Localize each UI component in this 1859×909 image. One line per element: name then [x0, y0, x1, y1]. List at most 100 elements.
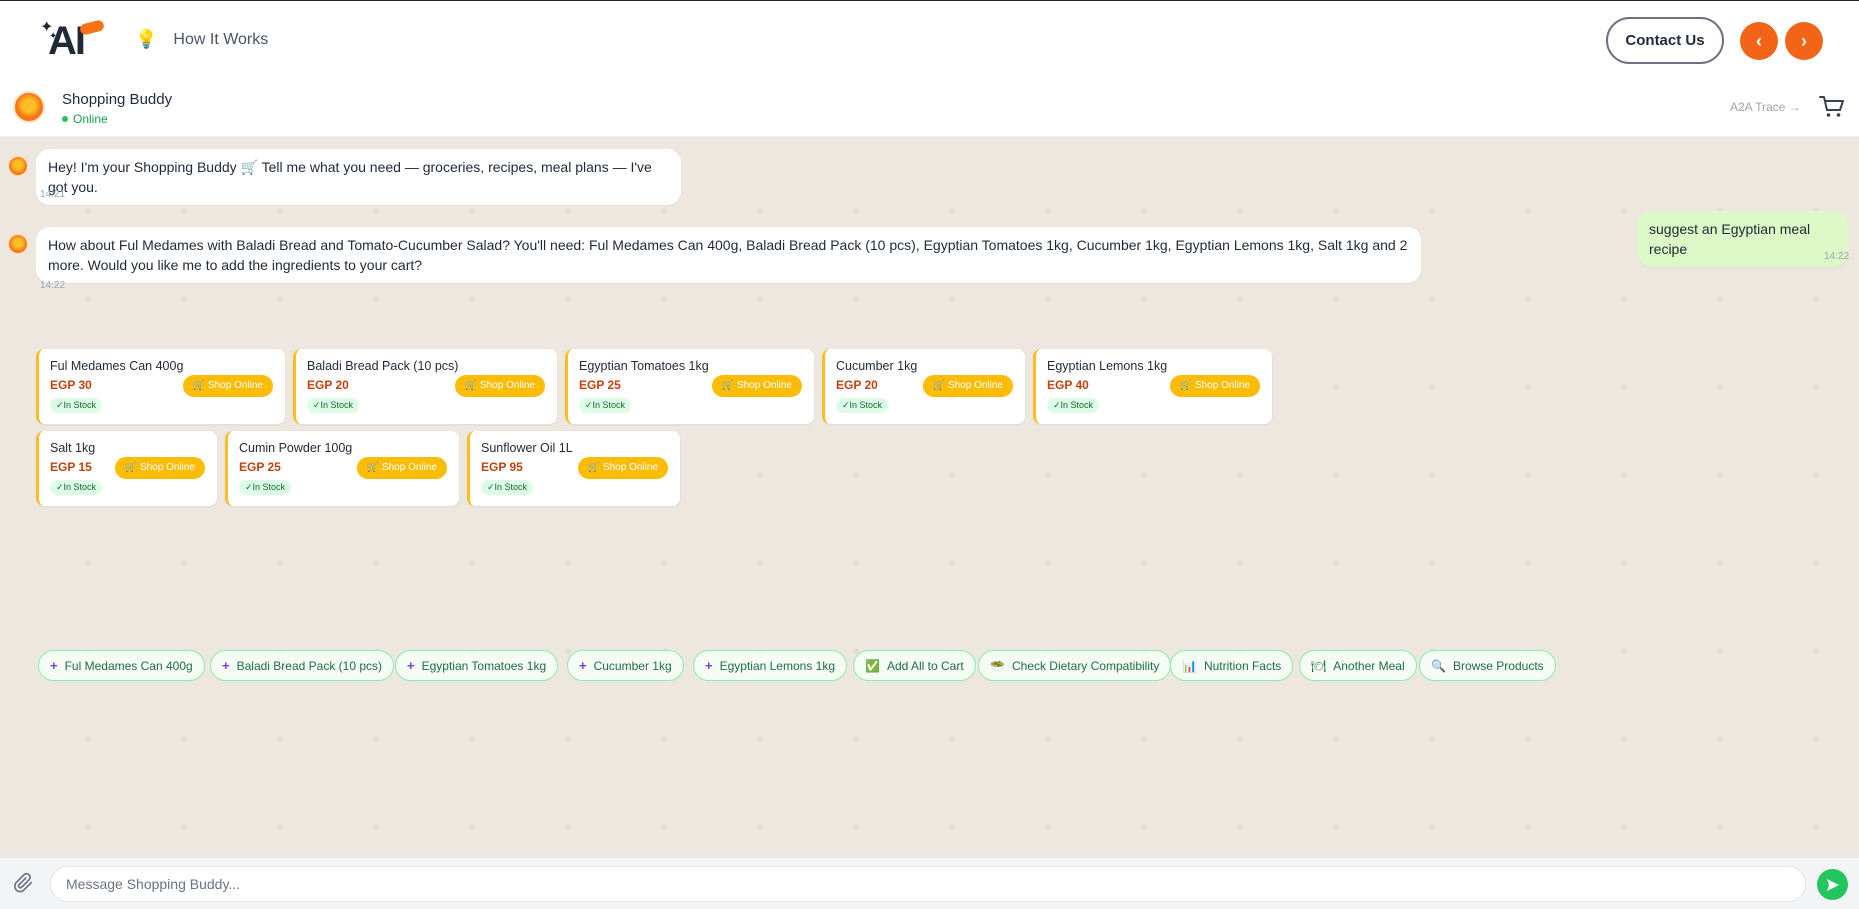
magnifier-icon: 🔍 — [1431, 658, 1446, 673]
stock-badge: ✓In Stock — [481, 480, 534, 495]
online-dot-icon — [62, 116, 68, 122]
chip-label: Egyptian Lemons 1kg — [719, 658, 835, 673]
bot-message-bubble: How about Ful Medames with Baladi Bread … — [36, 227, 1421, 283]
product-price: EGP 40 — [1047, 378, 1089, 392]
plus-icon: + — [222, 657, 230, 673]
next-button[interactable]: › — [1785, 22, 1823, 60]
product-price: EGP 20 — [307, 378, 349, 392]
chip-browse-products[interactable]: 🔍 Browse Products — [1419, 650, 1556, 681]
send-icon — [1826, 878, 1839, 891]
chip-label: Browse Products — [1452, 658, 1544, 673]
shop-online-button[interactable]: 🛒 Shop Online — [711, 375, 802, 397]
contact-us-button[interactable]: Contact Us — [1606, 17, 1724, 64]
bot-status: Online — [62, 112, 108, 126]
stock-badge: ✓In Stock — [307, 398, 360, 413]
stock-badge: ✓In Stock — [836, 398, 889, 413]
plus-icon: + — [407, 657, 415, 673]
shop-online-button[interactable]: 🛒 Shop Online — [356, 457, 447, 479]
lightbulb-icon: 💡 — [135, 29, 158, 49]
chip-label: Egyptian Tomatoes 1kg — [421, 658, 547, 673]
bot-name: Shopping Buddy — [62, 91, 173, 108]
shop-online-button[interactable]: 🛒 Shop Online — [922, 375, 1013, 397]
cart-icon[interactable] — [1819, 95, 1845, 119]
message-timestamp: 14:21 — [40, 189, 66, 200]
check-box-icon: ✅ — [865, 658, 880, 673]
bot-message-bubble: Hey! I'm your Shopping Buddy 🛒 Tell me w… — [36, 149, 681, 205]
chip-nutrition-facts[interactable]: 📊 Nutrition Facts — [1170, 650, 1294, 681]
chip-add-ful-medames[interactable]: + Ful Medames Can 400g — [38, 650, 205, 681]
product-name: Ful Medames Can 400g — [50, 359, 184, 373]
chip-label: Nutrition Facts — [1203, 658, 1282, 673]
a2a-trace-link[interactable]: A2A Trace → — [1730, 100, 1801, 114]
shop-online-button[interactable]: 🛒 Shop Online — [1169, 375, 1260, 397]
stock-badge: ✓In Stock — [239, 480, 292, 495]
product-card: Egyptian Lemons 1kg EGP 40 ✓In Stock 🛒 S… — [1033, 349, 1272, 424]
shop-online-button[interactable]: 🛒 Shop Online — [577, 457, 668, 479]
chevron-left-icon: ‹ — [1756, 30, 1762, 51]
product-price: EGP 30 — [50, 378, 92, 392]
chip-label: Ful Medames Can 400g — [64, 658, 193, 673]
chip-check-dietary[interactable]: 🥗 Check Dietary Compatibility — [978, 650, 1172, 681]
bot-avatar — [13, 91, 45, 123]
chip-label: Baladi Bread Pack (10 pcs) — [236, 658, 382, 673]
chip-label: Another Meal — [1333, 658, 1405, 673]
stock-badge: ✓In Stock — [579, 398, 632, 413]
chip-add-all-to-cart[interactable]: ✅ Add All to Cart — [853, 650, 976, 681]
message-timestamp: 14:22 — [1824, 251, 1850, 262]
product-name: Baladi Bread Pack (10 pcs) — [307, 359, 459, 373]
product-card: Salt 1kg EGP 15 ✓In Stock 🛒 Shop Online — [36, 431, 217, 506]
chip-another-meal[interactable]: 🍽 Another Meal — [1299, 650, 1417, 681]
shop-online-button[interactable]: 🛒 Shop Online — [454, 375, 545, 397]
stock-badge: ✓In Stock — [50, 480, 103, 495]
shop-online-button[interactable]: 🛒 Shop Online — [182, 375, 273, 397]
paperclip-icon[interactable] — [13, 872, 35, 894]
product-name: Cumin Powder 100g — [239, 441, 353, 455]
chat-header: Shopping Buddy Online A2A Trace → — [0, 79, 1859, 137]
shop-online-button[interactable]: 🛒 Shop Online — [114, 457, 205, 479]
plate-icon: 🍽 — [1311, 658, 1327, 673]
product-card: Sunflower Oil 1L EGP 95 ✓In Stock 🛒 Shop… — [467, 431, 680, 506]
plus-icon: + — [705, 657, 713, 673]
chip-label: Check Dietary Compatibility — [1011, 658, 1160, 673]
chevron-right-icon: › — [1801, 30, 1807, 51]
message-timestamp: 14:22 — [40, 280, 66, 291]
chat-area[interactable]: Hey! I'm your Shopping Buddy 🛒 Tell me w… — [0, 137, 1859, 857]
bot-message-avatar — [7, 155, 29, 177]
chip-add-cucumber[interactable]: + Cucumber 1kg — [567, 650, 684, 681]
how-it-works-label: How It Works — [173, 30, 269, 48]
salad-icon: 🥗 — [990, 658, 1005, 673]
product-name: Egyptian Lemons 1kg — [1047, 359, 1168, 373]
bot-message-avatar — [7, 233, 29, 255]
product-card: Cumin Powder 100g EGP 25 ✓In Stock 🛒 Sho… — [225, 431, 459, 506]
product-card: Baladi Bread Pack (10 pcs) EGP 20 ✓In St… — [293, 349, 557, 424]
product-card: Ful Medames Can 400g EGP 30 ✓In Stock 🛒 … — [36, 349, 285, 424]
top-nav: ✦ ✦ AI 💡 How It Works Contact Us ‹ › — [0, 0, 1859, 79]
chip-add-egyptian-lemons[interactable]: + Egyptian Lemons 1kg — [693, 650, 847, 681]
product-card: Cucumber 1kg EGP 20 ✓In Stock 🛒 Shop Onl… — [822, 349, 1025, 424]
product-price: EGP 25 — [239, 460, 281, 474]
product-name: Egyptian Tomatoes 1kg — [579, 359, 709, 373]
how-it-works-link[interactable]: 💡 How It Works — [135, 29, 268, 50]
chip-label: Add All to Cart — [886, 658, 964, 673]
message-input[interactable] — [50, 866, 1806, 902]
send-button[interactable] — [1817, 869, 1848, 900]
product-price: EGP 20 — [836, 378, 878, 392]
product-name: Sunflower Oil 1L — [481, 441, 573, 455]
chip-label: Cucumber 1kg — [593, 658, 672, 673]
chip-add-baladi-bread[interactable]: + Baladi Bread Pack (10 pcs) — [210, 650, 394, 681]
prev-button[interactable]: ‹ — [1740, 22, 1778, 60]
product-price: EGP 95 — [481, 460, 523, 474]
brand-logo[interactable]: ✦ ✦ AI — [40, 17, 108, 63]
user-message-bubble: suggest an Egyptian meal recipe — [1637, 211, 1848, 267]
stock-badge: ✓In Stock — [50, 398, 103, 413]
plus-icon: + — [50, 657, 58, 673]
product-price: EGP 25 — [579, 378, 621, 392]
plus-icon: + — [579, 657, 587, 673]
product-card: Egyptian Tomatoes 1kg EGP 25 ✓In Stock 🛒… — [565, 349, 814, 424]
product-price: EGP 15 — [50, 460, 92, 474]
stock-badge: ✓In Stock — [1047, 398, 1100, 413]
bar-chart-icon: 📊 — [1182, 658, 1197, 673]
chip-add-egyptian-tomatoes[interactable]: + Egyptian Tomatoes 1kg — [395, 650, 559, 681]
logo-text: AI — [48, 19, 86, 63]
product-name: Salt 1kg — [50, 441, 96, 455]
